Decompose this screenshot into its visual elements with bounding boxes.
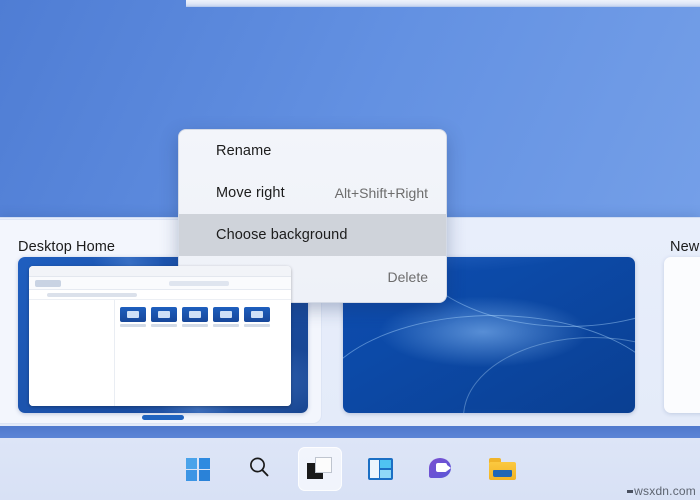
folder-icon bbox=[244, 307, 270, 322]
menu-item-label: Rename bbox=[216, 143, 272, 159]
folder-caption bbox=[244, 324, 270, 327]
folder-caption bbox=[151, 324, 177, 327]
explorer-body bbox=[29, 300, 291, 406]
site-watermark: wsxdn.com bbox=[627, 484, 696, 498]
menu-item-choose-background[interactable]: Choose background bbox=[179, 214, 446, 256]
taskbar-button-chat[interactable] bbox=[420, 447, 464, 491]
folder-icon bbox=[120, 307, 146, 322]
explorer-content-pane bbox=[115, 300, 291, 406]
desktop-thumbnail-home[interactable] bbox=[18, 257, 308, 413]
folder-caption bbox=[182, 324, 208, 327]
explorer-folder-item bbox=[213, 307, 239, 327]
menu-item-accelerator: Alt+Shift+Right bbox=[334, 185, 428, 201]
menu-item-accelerator: Delete bbox=[387, 269, 428, 285]
chat-icon bbox=[428, 457, 455, 481]
panel-bottom-divider bbox=[0, 426, 700, 438]
menu-item-rename[interactable]: Rename bbox=[179, 130, 446, 172]
menu-item-move-right[interactable]: Move right Alt+Shift+Right bbox=[179, 172, 446, 214]
taskbar-button-widgets[interactable] bbox=[359, 447, 403, 491]
wallpaper-swirl-arc bbox=[343, 315, 635, 413]
folder-caption bbox=[213, 324, 239, 327]
taskbar-button-search[interactable] bbox=[237, 447, 281, 491]
search-icon bbox=[247, 455, 271, 484]
explorer-titlebar bbox=[29, 266, 291, 277]
taskbar-button-task-view[interactable] bbox=[297, 447, 342, 491]
desktop-label-home: Desktop Home bbox=[18, 239, 116, 255]
explorer-nav-pane bbox=[29, 300, 115, 406]
menu-item-label: Choose background bbox=[216, 227, 348, 243]
taskbar bbox=[0, 438, 700, 500]
desktop-label-new: New bbox=[670, 239, 700, 255]
menu-item-label: Move right bbox=[216, 185, 285, 201]
explorer-ribbon bbox=[29, 277, 291, 290]
taskbar-button-start[interactable] bbox=[176, 447, 220, 491]
widgets-icon bbox=[368, 458, 393, 480]
desktop-thumbnail-new[interactable] bbox=[664, 257, 700, 413]
folder-icon bbox=[213, 307, 239, 322]
folder-icon bbox=[151, 307, 177, 322]
folder-caption bbox=[120, 324, 146, 327]
folder-icon bbox=[182, 307, 208, 322]
file-explorer-icon bbox=[489, 458, 516, 480]
top-window-strip bbox=[186, 0, 700, 7]
file-explorer-window-thumbnail bbox=[29, 266, 291, 406]
taskbar-button-group bbox=[0, 438, 700, 500]
explorer-folder-item bbox=[151, 307, 177, 327]
taskbar-button-file-explorer[interactable] bbox=[481, 447, 525, 491]
wallpaper-swirl-arc bbox=[463, 337, 635, 413]
explorer-folder-list bbox=[120, 307, 286, 327]
start-icon bbox=[186, 457, 210, 481]
explorer-folder-item bbox=[244, 307, 270, 327]
desktop-card-new[interactable]: New bbox=[655, 217, 700, 424]
active-desktop-indicator bbox=[142, 415, 184, 420]
explorer-folder-item bbox=[182, 307, 208, 327]
explorer-folder-item bbox=[120, 307, 146, 327]
explorer-address-bar bbox=[29, 290, 291, 300]
task-view-icon bbox=[306, 457, 333, 481]
